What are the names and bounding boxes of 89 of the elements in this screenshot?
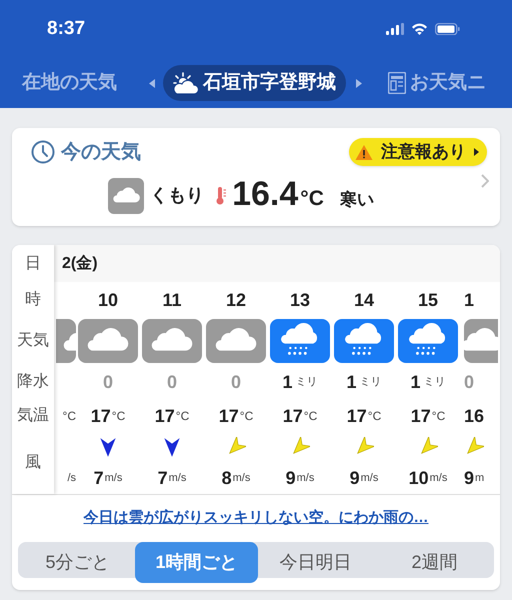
date-label: 2(金) <box>62 254 98 274</box>
temperature-value: 17 <box>346 404 367 428</box>
chevron-right-icon <box>481 174 489 188</box>
wifi-icon <box>411 23 428 35</box>
battery-icon <box>435 23 460 35</box>
wind-speed: 8 <box>222 466 232 490</box>
warning-icon <box>355 144 373 160</box>
wind-speed: 7 <box>158 466 168 490</box>
wind-unit: m/s <box>360 470 378 486</box>
row-label: 風 <box>25 453 41 473</box>
row-label: 日 <box>25 254 41 274</box>
wind-unit: m/s <box>168 470 186 486</box>
rain-icon <box>398 319 458 363</box>
status-time: 8:37 <box>47 16 86 41</box>
temperature-value: 17 <box>410 404 431 428</box>
feel-text: 寒い <box>340 189 374 211</box>
temperature-unit: °C <box>62 408 76 425</box>
mode-tab[interactable]: 5分ごと <box>18 544 137 580</box>
precipitation-value: 0 <box>166 370 177 394</box>
wind-unit: /s <box>67 470 76 486</box>
temperature-unit: °C <box>304 408 318 425</box>
row-label: 時 <box>25 290 41 310</box>
condition-text: くもり <box>150 184 204 208</box>
hour-label: 12 <box>226 288 246 312</box>
precipitation-unit: ミリ <box>360 374 382 390</box>
hour-label: 13 <box>290 288 310 312</box>
precipitation-value: 0 <box>102 370 113 394</box>
temperature-unit: °C <box>240 408 254 425</box>
temperature-unit: °C <box>300 186 324 212</box>
section-title: 今の天気 <box>61 140 141 165</box>
precipitation-value: 1 <box>346 370 356 394</box>
hour-label: 10 <box>98 288 118 312</box>
location-tab[interactable]: 石垣市字登野城 <box>163 65 346 101</box>
precipitation-value: 0 <box>230 370 241 394</box>
row-label: 気温 <box>17 406 49 426</box>
thermometer-icon <box>216 186 226 205</box>
sun-cloud-icon <box>173 72 199 94</box>
wind-unit: m <box>475 470 484 486</box>
hour-label: 14 <box>354 288 374 312</box>
wind-speed: 7 <box>94 466 104 490</box>
location-tab[interactable]: お天気ニ <box>386 68 488 98</box>
left-arrow-icon <box>149 78 155 88</box>
temperature-unit: °C <box>368 408 382 425</box>
row-label: 降水 <box>17 372 49 392</box>
wind-unit: m/s <box>296 470 314 486</box>
temperature-unit: °C <box>176 408 190 425</box>
current-weather-card[interactable]: 今の天気 注意報あり くもり 16.4°C 寒い <box>12 128 500 226</box>
temperature-value: 16.4 <box>232 177 298 211</box>
wind-unit: m/s <box>104 470 122 486</box>
row-label: 天気 <box>17 331 49 351</box>
hour-label: 1 <box>464 288 474 312</box>
precipitation-value: 0 <box>464 370 474 394</box>
mode-tab[interactable]: 2週間 <box>375 544 494 580</box>
arrow-icon <box>474 148 479 156</box>
location-tab[interactable]: 在地の天気 <box>20 68 119 98</box>
newspaper-icon <box>388 72 406 94</box>
temperature-value: 17 <box>154 404 175 428</box>
temperature-value: 17 <box>218 404 239 428</box>
wind-unit: m/s <box>430 470 448 486</box>
temperature-unit: °C <box>432 408 446 425</box>
wind-speed: 9 <box>286 466 296 490</box>
rain-icon <box>334 319 394 363</box>
alert-badge[interactable]: 注意報あり <box>349 138 487 166</box>
signal-icon <box>386 23 404 35</box>
cloud-icon <box>206 319 266 363</box>
precipitation-unit: ミリ <box>424 374 446 390</box>
precipitation-unit: ミリ <box>296 374 318 390</box>
cloud-icon <box>56 319 76 363</box>
right-arrow-icon <box>356 78 362 88</box>
cloud-icon <box>78 319 138 363</box>
summary-link[interactable]: 今日は雲が広がりスッキリしない空。にわか雨の… <box>84 507 428 530</box>
temperature-unit: °C <box>112 408 126 425</box>
temperature-value: 17 <box>282 404 303 428</box>
wind-speed: 10 <box>408 466 429 490</box>
cloud-icon <box>142 319 202 363</box>
hour-label: 15 <box>418 288 438 312</box>
wind-unit: m/s <box>232 470 250 486</box>
temperature-value: 16 <box>464 404 484 428</box>
wind-speed: 9 <box>350 466 360 490</box>
precipitation-value: 1 <box>410 370 420 394</box>
hour-label: 11 <box>162 288 182 312</box>
mode-tab[interactable]: 今日明日 <box>256 544 375 580</box>
cloud-icon <box>108 178 144 214</box>
clock-icon <box>31 140 55 164</box>
wind-speed: 9 <box>464 466 474 490</box>
rain-icon <box>270 319 330 363</box>
precipitation-value: 1 <box>282 370 292 394</box>
mode-tab[interactable]: 1時間ごと <box>135 542 258 583</box>
temperature-value: 17 <box>90 404 111 428</box>
